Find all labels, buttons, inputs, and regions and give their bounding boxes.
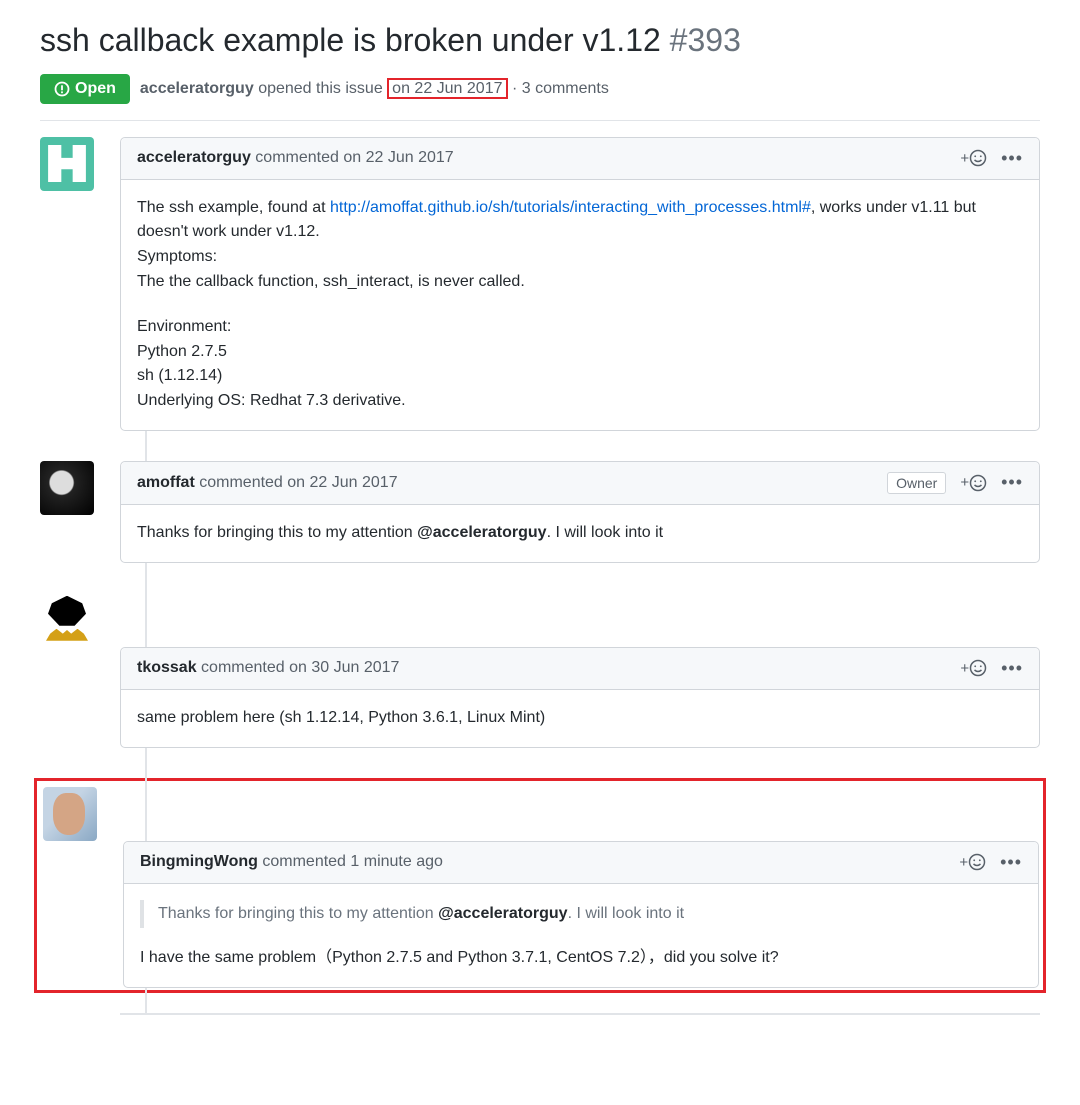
issue-meta: Open acceleratorguy opened this issue on… [40,74,1040,104]
comment-count: 3 comments [522,80,609,97]
timeline: acceleratorguy commented on 22 Jun 2017 … [120,137,1040,1016]
comment-header: acceleratorguy commented on 22 Jun 2017 … [121,138,1039,180]
comment-actions: + ••• [960,658,1023,679]
comment-header-left: BingmingWong commented 1 minute ago [140,853,443,871]
comment-header-left: amoffat commented on 22 Jun 2017 [137,474,398,492]
comment-author-link[interactable]: amoffat [137,474,195,491]
comment-actions: + ••• [959,852,1022,873]
comment-header-left: tkossak commented on 30 Jun 2017 [137,659,399,677]
comment: BingmingWong commented 1 minute ago + ••… [123,787,1039,989]
avatar[interactable] [40,461,94,515]
example-link[interactable]: http://amoffat.github.io/sh/tutorials/in… [330,199,811,216]
add-reaction-button[interactable]: + [960,474,987,492]
issue-open-icon [54,81,70,97]
comment-menu-button[interactable]: ••• [1001,472,1023,493]
comment-menu-button[interactable]: ••• [1001,658,1023,679]
add-reaction-button[interactable]: + [959,853,986,871]
comment-box: tkossak commented on 30 Jun 2017 + ••• s… [120,647,1040,748]
meta-dot: · [512,80,517,97]
comment-header: tkossak commented on 30 Jun 2017 + ••• [121,648,1039,690]
avatar[interactable] [40,593,94,647]
comment-verb: commented [199,474,283,491]
quote-block: Thanks for bringing this to my attention… [140,900,1022,929]
comment-author-link[interactable]: tkossak [137,659,197,676]
avatar[interactable] [43,787,97,841]
comment-date: on 22 Jun 2017 [343,149,453,166]
issue-state-badge: Open [40,74,130,104]
comment-author-link[interactable]: BingmingWong [140,853,258,870]
timeline-divider [120,1013,1040,1015]
comment-body: Thanks for bringing this to my attention… [124,884,1038,988]
comment: acceleratorguy commented on 22 Jun 2017 … [120,137,1040,431]
comment-header: BingmingWong commented 1 minute ago + ••… [124,842,1038,884]
opened-date-highlight: on 22 Jun 2017 [387,78,507,99]
comment: amoffat commented on 22 Jun 2017 Owner +… [120,461,1040,563]
issue-title-text: ssh callback example is broken under v1.… [40,22,661,58]
comment-header: amoffat commented on 22 Jun 2017 Owner +… [121,462,1039,505]
highlighted-comment-annotation: BingmingWong commented 1 minute ago + ••… [34,778,1046,994]
comment-author-link[interactable]: acceleratorguy [137,149,251,166]
opened-verb: opened this issue [258,80,387,97]
comment-header-left: acceleratorguy commented on 22 Jun 2017 [137,149,454,167]
issue-author-link[interactable]: acceleratorguy [140,80,254,97]
issue-header: ssh callback example is broken under v1.… [40,20,1040,121]
comment: tkossak commented on 30 Jun 2017 + ••• s… [120,593,1040,748]
comment-menu-button[interactable]: ••• [1000,852,1022,873]
avatar[interactable] [40,137,94,191]
add-reaction-button[interactable]: + [960,659,987,677]
comment-box: acceleratorguy commented on 22 Jun 2017 … [120,137,1040,431]
comment-date: on 22 Jun 2017 [287,474,397,491]
issue-meta-text: acceleratorguy opened this issue on 22 J… [140,80,609,98]
comment-menu-button[interactable]: ••• [1001,148,1023,169]
owner-badge: Owner [887,472,946,494]
issue-number: #393 [670,22,741,58]
comment-box: BingmingWong commented 1 minute ago + ••… [123,841,1039,989]
comment-box: amoffat commented on 22 Jun 2017 Owner +… [120,461,1040,563]
comment-date: on 30 Jun 2017 [289,659,399,676]
comment-body: The ssh example, found at http://amoffat… [121,180,1039,430]
comment-verb: commented [255,149,339,166]
comment-body: Thanks for bringing this to my attention… [121,505,1039,562]
add-reaction-button[interactable]: + [960,149,987,167]
comment-date: 1 minute ago [350,853,443,870]
comment-verb: commented [201,659,285,676]
comment-actions: Owner + ••• [887,472,1023,494]
comment-body: same problem here (sh 1.12.14, Python 3.… [121,690,1039,747]
issue-state-text: Open [75,80,116,98]
user-mention[interactable]: @acceleratorguy [438,905,567,922]
issue-title: ssh callback example is broken under v1.… [40,20,1040,62]
comment-verb: commented [262,853,346,870]
user-mention[interactable]: @acceleratorguy [417,524,546,541]
comment-actions: + ••• [960,148,1023,169]
